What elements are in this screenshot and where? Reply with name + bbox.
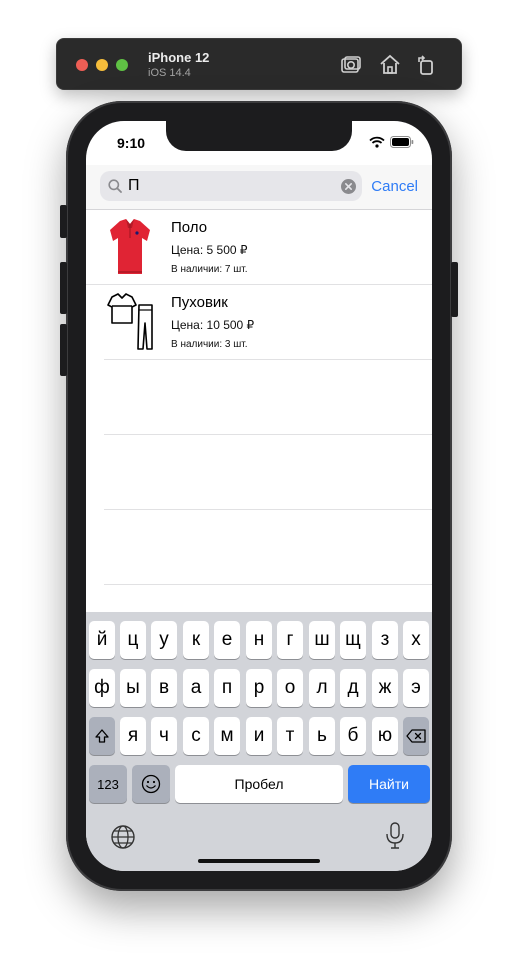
key[interactable]: г — [277, 621, 303, 659]
emoji-icon — [141, 774, 161, 794]
microphone-icon[interactable] — [385, 822, 405, 850]
zoom-window-button[interactable] — [116, 59, 128, 71]
volume-up-button[interactable] — [60, 262, 67, 314]
numbers-key[interactable]: 123 — [89, 765, 127, 803]
key[interactable]: ы — [120, 669, 146, 707]
emoji-key[interactable] — [132, 765, 170, 803]
key[interactable]: щ — [340, 621, 366, 659]
key[interactable]: л — [309, 669, 335, 707]
key[interactable]: о — [277, 669, 303, 707]
wifi-icon — [369, 136, 385, 148]
key[interactable]: к — [183, 621, 209, 659]
search-bar: П Cancel — [86, 165, 432, 209]
key[interactable]: е — [214, 621, 240, 659]
minimize-window-button[interactable] — [96, 59, 108, 71]
key[interactable]: с — [183, 717, 209, 755]
shift-key[interactable] — [89, 717, 115, 755]
key[interactable]: б — [340, 717, 366, 755]
product-name: Поло — [171, 219, 208, 236]
shift-icon — [95, 729, 109, 743]
home-icon[interactable] — [378, 53, 402, 77]
empty-row — [104, 359, 432, 434]
key[interactable]: у — [151, 621, 177, 659]
key[interactable]: в — [151, 669, 177, 707]
key[interactable]: и — [246, 717, 272, 755]
device-screen: 9:10 П Cancel Поло Цена: 5 500 ₽ В налич… — [86, 121, 432, 871]
key[interactable]: м — [214, 717, 240, 755]
globe-icon[interactable] — [110, 824, 136, 850]
device-name: iPhone 12 — [148, 50, 210, 65]
key[interactable]: й — [89, 621, 115, 659]
volume-down-button[interactable] — [60, 324, 67, 376]
product-list: Поло Цена: 5 500 ₽ В наличии: 7 шт. Пухо… — [86, 209, 432, 659]
mute-switch[interactable] — [60, 205, 67, 238]
key[interactable]: ф — [89, 669, 115, 707]
search-return-key[interactable]: Найти — [348, 765, 430, 803]
rotate-icon[interactable] — [414, 53, 438, 77]
os-version: iOS 14.4 — [148, 67, 191, 79]
space-key[interactable]: Пробел — [175, 765, 343, 803]
notch — [166, 121, 352, 151]
product-price: Цена: 10 500 ₽ — [171, 318, 255, 332]
key[interactable]: ь — [309, 717, 335, 755]
key[interactable]: н — [246, 621, 272, 659]
key[interactable]: з — [372, 621, 398, 659]
key[interactable]: я — [120, 717, 146, 755]
key[interactable]: а — [183, 669, 209, 707]
search-query: П — [128, 177, 140, 194]
empty-row — [104, 434, 432, 509]
status-icons — [369, 135, 414, 149]
search-icon — [108, 179, 122, 193]
key[interactable]: ц — [120, 621, 146, 659]
close-window-button[interactable] — [76, 59, 88, 71]
key[interactable]: ю — [372, 717, 398, 755]
product-stock: В наличии: 7 шт. — [171, 264, 248, 275]
key[interactable]: ч — [151, 717, 177, 755]
keyboard: й ц у к е н г ш щ з х ф ы в а п р о л д … — [86, 612, 432, 871]
search-input[interactable]: П — [100, 171, 362, 201]
empty-row — [104, 509, 432, 584]
product-stock: В наличии: 3 шт. — [171, 339, 248, 350]
key[interactable]: ж — [372, 669, 398, 707]
delete-key[interactable] — [403, 717, 429, 755]
battery-icon — [390, 136, 414, 148]
key[interactable]: э — [403, 669, 429, 707]
cancel-button[interactable]: Cancel — [371, 178, 418, 195]
key[interactable]: п — [214, 669, 240, 707]
list-item[interactable]: Пуховик Цена: 10 500 ₽ В наличии: 3 шт. — [86, 284, 432, 359]
simulator-title-bar: iPhone 12 iOS 14.4 — [56, 38, 462, 90]
power-button[interactable] — [451, 262, 458, 317]
clear-search-icon[interactable] — [341, 179, 356, 194]
delete-backspace-icon — [406, 729, 426, 743]
product-price: Цена: 5 500 ₽ — [171, 243, 248, 257]
product-name: Пуховик — [171, 294, 228, 311]
screenshot-icon[interactable] — [339, 53, 363, 77]
key[interactable]: ш — [309, 621, 335, 659]
key[interactable]: р — [246, 669, 272, 707]
key[interactable]: т — [277, 717, 303, 755]
red-polo-shirt-icon — [110, 219, 150, 274]
list-item[interactable]: Поло Цена: 5 500 ₽ В наличии: 7 шт. — [86, 209, 432, 284]
home-indicator[interactable] — [198, 859, 320, 863]
key[interactable]: д — [340, 669, 366, 707]
key[interactable]: х — [403, 621, 429, 659]
status-time: 9:10 — [117, 135, 146, 151]
clothes-outline-icon — [107, 293, 153, 350]
